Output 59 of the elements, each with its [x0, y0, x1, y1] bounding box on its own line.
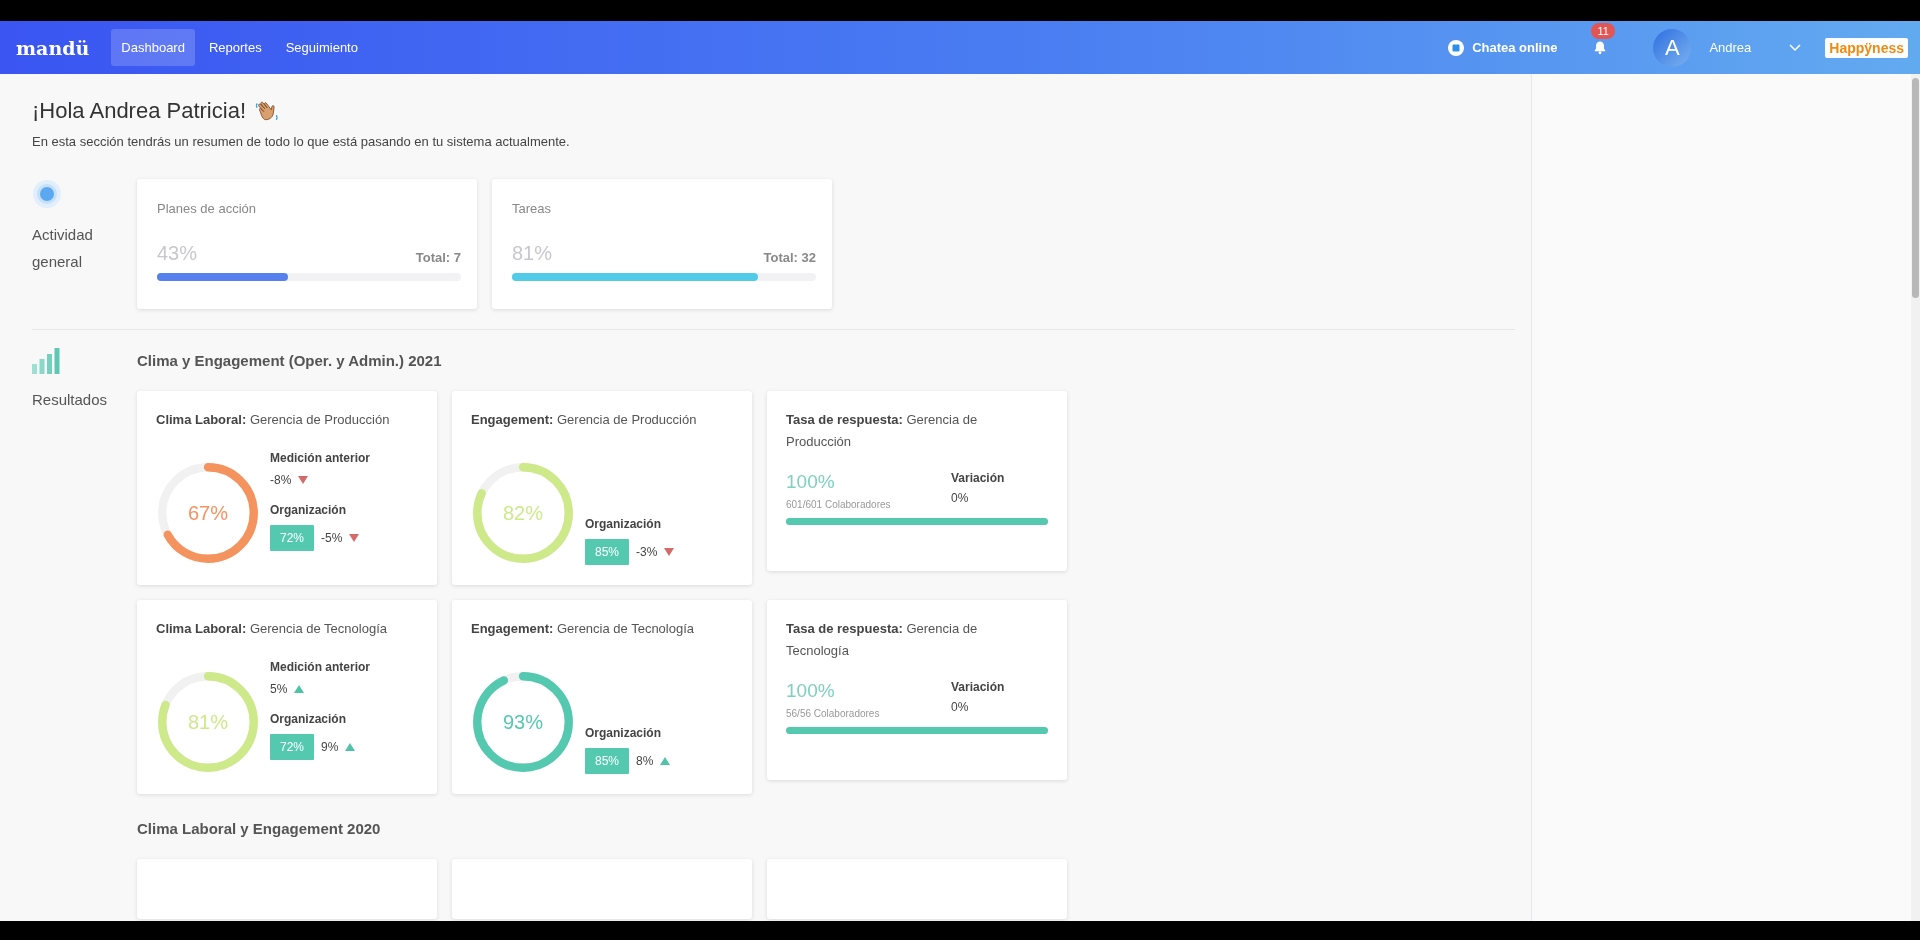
donut-value: 67% — [188, 501, 228, 525]
card-title: Clima Laboral: Gerencia de Tecnología — [156, 620, 388, 638]
metric-label: Organización — [270, 503, 347, 517]
metric-label: Medición anterior — [270, 660, 370, 674]
delta-value: -5% — [321, 531, 343, 545]
delta-value: 8% — [636, 754, 654, 768]
previous-value: -8% — [270, 473, 292, 487]
section-title: Clima Laboral y Engagement 2020 — [137, 820, 382, 837]
greeting-title: ¡Hola Andrea Patricia! — [32, 98, 246, 124]
delta-value: -3% — [636, 545, 658, 559]
card-title: Engagement: Gerencia de Tecnología — [471, 620, 696, 638]
card-title: Tareas — [512, 201, 553, 216]
logo[interactable]: mandü — [16, 36, 90, 59]
brand-logo: Happÿness — [1825, 37, 1908, 58]
bar-chart-icon — [32, 348, 60, 374]
metric-label: Variación — [951, 680, 1005, 694]
delta-value: 9% — [321, 740, 339, 754]
metric-label: Organización — [585, 517, 662, 531]
metric-label: Organización — [270, 712, 347, 726]
organization-value: 85% — [585, 748, 630, 774]
variation-value: 0% — [951, 700, 970, 714]
organization-value: 72% — [270, 734, 315, 760]
scrollbar[interactable] — [1911, 74, 1920, 921]
user-avatar[interactable]: A — [1653, 28, 1692, 67]
card-title: Planes de acción — [157, 201, 257, 216]
card-title: Engagement: Gerencia de Producción — [471, 411, 698, 429]
card-title: Tasa de respuesta: Gerencia de Tecnología — [786, 620, 979, 660]
donut-value: 93% — [503, 710, 543, 734]
respondent-count: 56/56 Colaboradores — [786, 708, 881, 719]
organization-value: 72% — [270, 525, 315, 551]
bell-icon[interactable] — [1593, 40, 1608, 55]
chat-icon — [1448, 39, 1465, 56]
notification-badge: 11 — [1591, 23, 1615, 39]
respondent-count: 601/601 Colaboradores — [786, 499, 892, 510]
section-label: Actividad general — [32, 225, 94, 272]
metric-label: Variación — [951, 471, 1005, 485]
card-title: Clima Laboral: Gerencia de Producción — [156, 411, 391, 429]
previous-value: 5% — [270, 682, 288, 696]
metric-label: Organización — [585, 726, 662, 740]
nav-tab[interactable]: Dashboard — [111, 29, 195, 66]
organization-value: 85% — [585, 539, 630, 565]
total-count: Total: 32 — [763, 250, 816, 265]
response-rate: 100% — [786, 471, 836, 493]
total-count: Total: 7 — [415, 250, 461, 265]
response-rate: 100% — [786, 680, 836, 702]
user-name[interactable]: Andrea — [1709, 40, 1752, 55]
donut-value: 81% — [188, 710, 228, 734]
section-title: Clima y Engagement (Oper. y Admin.) 2021 — [137, 352, 443, 369]
donut-value: 82% — [503, 501, 543, 525]
pulse-icon — [32, 179, 62, 209]
nav-tab[interactable]: Seguimiento — [275, 29, 368, 66]
metric-label: Medición anterior — [270, 451, 370, 465]
nav-tab[interactable]: Reportes — [198, 29, 272, 66]
variation-value: 0% — [951, 491, 970, 505]
card-title: Tasa de respuesta: Gerencia de Producción — [786, 411, 979, 451]
greeting-subtitle: En esta sección tendrás un resumen de todo lo que está pasando en tu sistema actualmente. — [32, 134, 571, 149]
section-label: Resultados — [32, 390, 109, 410]
chat-link[interactable]: Chatea online — [1448, 39, 1558, 56]
chevron-down-icon[interactable] — [1789, 43, 1802, 52]
